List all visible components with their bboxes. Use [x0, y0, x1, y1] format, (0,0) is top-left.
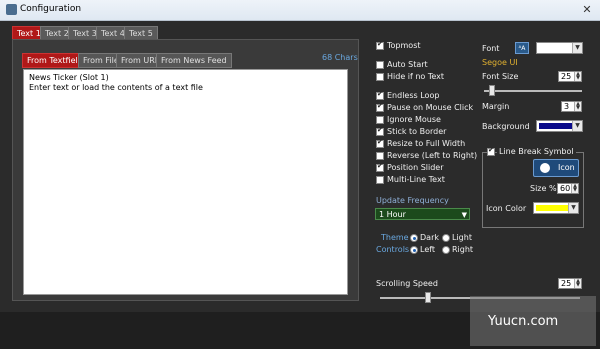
endless-loop-label: Endless Loop: [387, 91, 440, 100]
chevron-down-icon: ▼: [572, 121, 582, 131]
margin-spinner[interactable]: 3 ▲ ▼: [561, 101, 582, 112]
text-line: Enter text or load the contents of a tex…: [29, 83, 203, 92]
stick-to-border-checkbox[interactable]: [376, 126, 384, 136]
font-label: Font: [482, 44, 500, 53]
scrolling-speed-value: 25: [561, 279, 572, 288]
reverse-label: Reverse (Left to Right): [387, 151, 478, 160]
controls-left-label: Left: [420, 245, 436, 254]
resize-full-width-label: Resize to Full Width: [387, 139, 466, 148]
text-line: News Ticker (Slot 1): [29, 73, 109, 82]
resize-full-width-checkbox[interactable]: [376, 138, 384, 148]
position-slider-label: Position Slider: [387, 163, 444, 172]
spinner-arrows-icon[interactable]: ▲ ▼: [571, 184, 578, 193]
hide-if-no-text-checkbox[interactable]: [376, 73, 384, 81]
spinner-arrows-icon[interactable]: ▲ ▼: [574, 279, 581, 288]
update-frequency-value: 1 Hour: [379, 210, 406, 219]
size-percent-spinner[interactable]: 60 ▲ ▼: [557, 183, 579, 194]
theme-light-radio[interactable]: [442, 234, 450, 242]
line-break-label: Line Break Symbol: [497, 147, 576, 156]
auto-start-label: Auto Start: [387, 60, 428, 69]
size-percent-label: Size %: [530, 184, 557, 193]
theme-dark-radio[interactable]: [410, 234, 418, 242]
icon-button-label: Icon: [558, 163, 575, 172]
icon-button[interactable]: Icon: [533, 159, 579, 177]
topmost-label: Topmost: [387, 41, 421, 50]
watermark: Yuucn.com: [470, 296, 596, 346]
font-color-combo[interactable]: ▼: [536, 42, 583, 54]
font-name: Segoe UI: [482, 58, 518, 67]
position-slider-checkbox[interactable]: [376, 162, 384, 172]
font-size-value: 25: [561, 72, 572, 81]
spinner-arrows-icon[interactable]: ▲ ▼: [574, 72, 581, 81]
scrolling-speed-spinner[interactable]: 25 ▲ ▼: [558, 278, 582, 289]
app-icon: [6, 4, 17, 15]
font-size-spinner[interactable]: 25 ▲ ▼: [558, 71, 582, 82]
background-color-combo[interactable]: ▼: [536, 120, 583, 132]
auto-start-checkbox[interactable]: [376, 61, 384, 69]
multi-line-label: Multi-Line Text: [387, 175, 445, 184]
ticker-text-field[interactable]: News Ticker (Slot 1) Enter text or load …: [23, 69, 348, 295]
icon-color-label: Icon Color: [486, 204, 527, 213]
ignore-mouse-checkbox[interactable]: [376, 116, 384, 124]
controls-right-radio[interactable]: [442, 246, 450, 254]
controls-right-label: Right: [452, 245, 474, 254]
multi-line-checkbox[interactable]: [376, 176, 384, 184]
font-size-label: Font Size: [482, 72, 519, 81]
theme-label: Theme: [381, 233, 409, 242]
reverse-checkbox[interactable]: [376, 152, 384, 160]
pause-on-click-label: Pause on Mouse Click: [387, 103, 474, 112]
background-color-swatch: [539, 123, 572, 129]
chevron-down-icon: ▼: [461, 211, 467, 219]
controls-label: Controls: [376, 245, 410, 254]
stick-to-border-label: Stick to Border: [387, 127, 447, 136]
icon-color-swatch: [536, 205, 568, 211]
icon-color-combo[interactable]: ▼: [533, 202, 579, 214]
font-size-thumb[interactable]: [489, 85, 495, 96]
margin-label: Margin: [482, 102, 510, 111]
char-count: 68 Chars: [322, 53, 358, 62]
hide-if-no-text-label: Hide if no Text: [387, 72, 445, 81]
endless-loop-checkbox[interactable]: [376, 90, 384, 100]
topmost-checkbox[interactable]: [376, 40, 384, 50]
font-picker-icon[interactable]: ᴬA: [515, 42, 529, 54]
font-size-slider[interactable]: [484, 90, 582, 92]
chevron-down-icon: ▼: [572, 43, 582, 53]
background-label: Background: [482, 122, 530, 131]
theme-light-label: Light: [452, 233, 472, 242]
tab-from-news-feed[interactable]: From News Feed: [156, 53, 232, 68]
circle-icon: [540, 163, 550, 173]
scrolling-speed-thumb[interactable]: [425, 292, 431, 303]
line-break-checkbox[interactable]: [487, 146, 495, 156]
theme-dark-label: Dark: [420, 233, 439, 242]
close-icon[interactable]: ✕: [579, 3, 595, 16]
margin-value: 3: [564, 102, 570, 111]
spinner-arrows-icon[interactable]: ▲ ▼: [574, 102, 581, 111]
window-title: Configuration: [20, 4, 82, 14]
controls-left-radio[interactable]: [410, 246, 418, 254]
chevron-down-icon: ▼: [568, 203, 578, 213]
scrolling-speed-label: Scrolling Speed: [376, 279, 438, 288]
watermark-text: Yuucn.com: [488, 314, 559, 329]
ignore-mouse-label: Ignore Mouse: [387, 115, 441, 124]
pause-on-click-checkbox[interactable]: [376, 102, 384, 112]
update-frequency-label: Update Frequency: [376, 196, 449, 205]
update-frequency-select[interactable]: 1 Hour ▼: [375, 208, 470, 220]
title-bar: Configuration ✕: [0, 0, 600, 21]
size-percent-value: 60: [560, 184, 571, 193]
